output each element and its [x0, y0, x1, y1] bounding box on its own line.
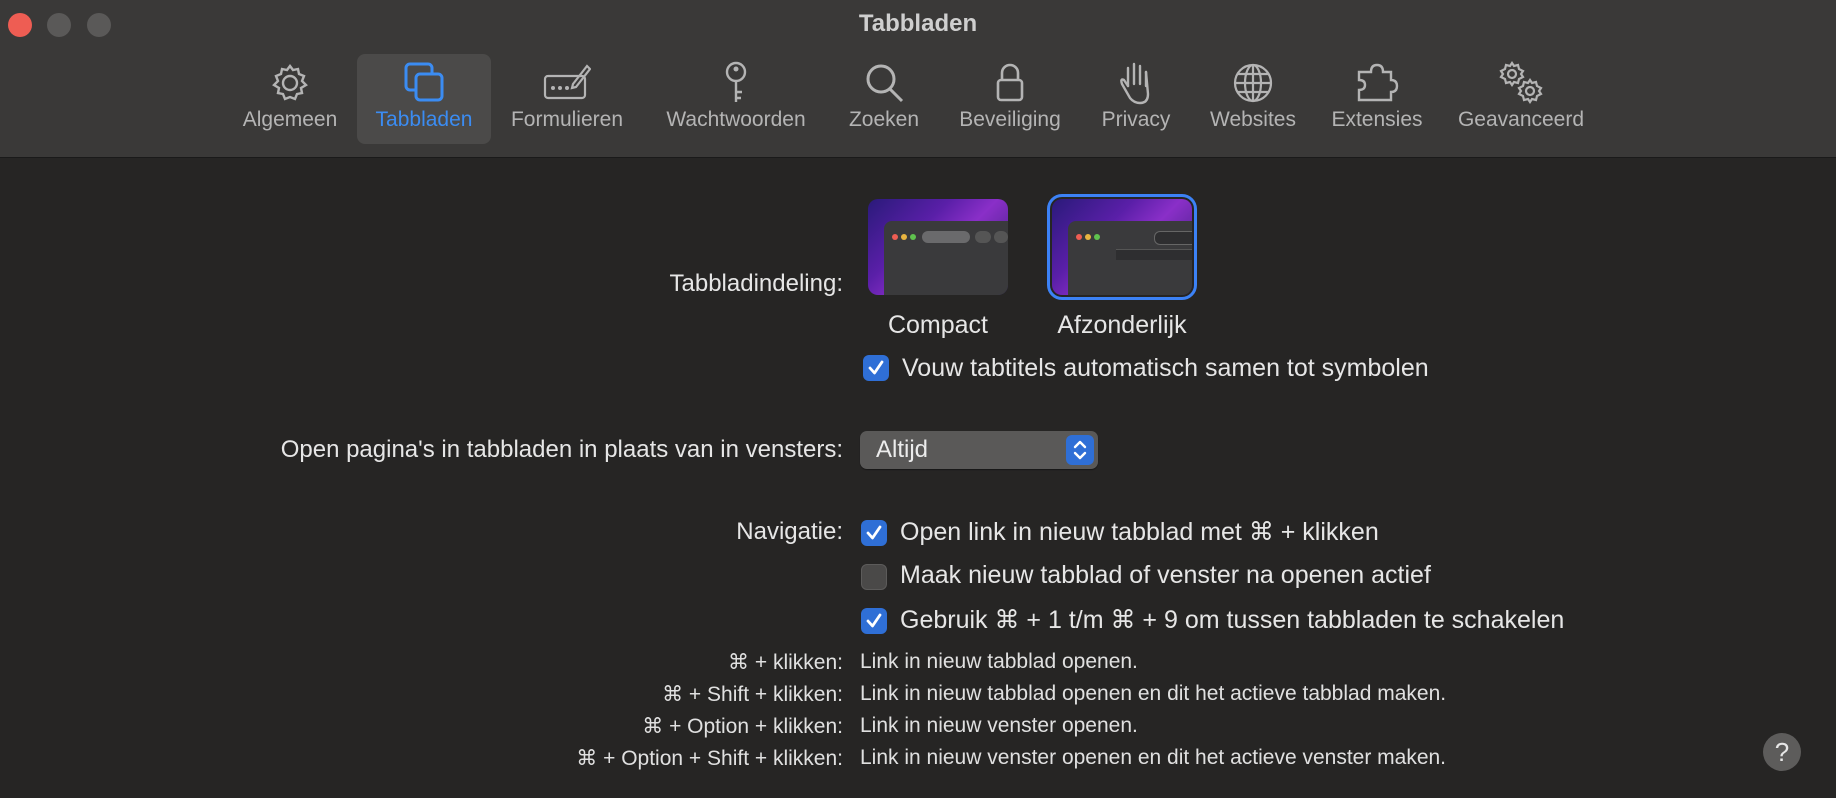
- preferences-tabbar: Algemeen Tabbladen Formulieren Wachtwoor…: [0, 54, 1836, 146]
- tab-algemeen[interactable]: Algemeen: [232, 54, 348, 144]
- layout-option-compact-label: Compact: [887, 311, 989, 339]
- checkmark-icon: [868, 360, 884, 375]
- tab-layout-label: Tabbladindeling:: [669, 270, 843, 297]
- preview-address-bar: [922, 231, 970, 243]
- tab-beveiliging[interactable]: Beveiliging: [948, 54, 1072, 144]
- shortcut-keys: ⌘ + klikken:: [728, 651, 843, 674]
- make-new-tab-active-checkbox[interactable]: [861, 564, 887, 590]
- form-pen-icon: [543, 64, 591, 100]
- collapse-tab-titles-checkbox[interactable]: [863, 355, 889, 381]
- tab-websites[interactable]: Websites: [1198, 54, 1308, 144]
- checkmark-icon: [866, 613, 882, 628]
- layout-option-compact[interactable]: [868, 199, 1008, 295]
- tab-zoeken[interactable]: Zoeken: [836, 54, 932, 144]
- puzzle-icon: [1357, 63, 1399, 102]
- open-pages-popup[interactable]: Altijd: [860, 431, 1098, 469]
- tab-label: Formulieren: [510, 108, 624, 131]
- globe-icon: [1233, 63, 1273, 103]
- shortcut-description: Link in nieuw tabblad openen en dit het …: [860, 682, 1447, 705]
- open-link-new-tab-checkbox[interactable]: [861, 520, 887, 546]
- shortcut-keys: ⌘ + Option + Shift + klikken:: [576, 747, 843, 770]
- help-button[interactable]: ?: [1763, 733, 1801, 771]
- collapse-tab-titles-label: Vouw tabtitels automatisch samen tot sym…: [902, 354, 1429, 382]
- tab-formulieren[interactable]: Formulieren: [502, 54, 632, 144]
- preview-tab-row: [1116, 249, 1192, 260]
- tab-label: Geavanceerd: [1457, 108, 1585, 131]
- window-title: Tabbladen: [858, 10, 978, 37]
- preview-dot: [1094, 234, 1100, 240]
- tab-label: Websites: [1210, 108, 1296, 131]
- tabs-icon: [404, 62, 444, 102]
- tab-label: Privacy: [1101, 108, 1171, 131]
- layout-option-separate[interactable]: [1047, 194, 1197, 300]
- shortcut-keys: ⌘ + Option + klikken:: [642, 715, 843, 738]
- shortcut-description: Link in nieuw venster openen en dit het …: [860, 746, 1447, 769]
- tab-label: Zoeken: [848, 108, 920, 131]
- use-cmd-number-checkbox[interactable]: [861, 608, 887, 634]
- tab-label: Wachtwoorden: [666, 108, 806, 131]
- make-new-tab-active-label: Maak nieuw tabblad of venster na openen …: [900, 561, 1431, 589]
- preview-dot: [910, 234, 916, 240]
- search-icon: [866, 64, 904, 103]
- preview-address-bar: [1154, 231, 1192, 245]
- tab-label: Algemeen: [242, 108, 338, 131]
- preview-dot: [892, 234, 898, 240]
- tab-extensies[interactable]: Extensies: [1320, 54, 1434, 144]
- window-preview: [1068, 221, 1192, 295]
- window-preview: [884, 221, 1008, 295]
- key-icon: [725, 61, 747, 102]
- preview-dot: [1076, 234, 1082, 240]
- use-cmd-number-label: Gebruik ⌘ + 1 t/m ⌘ + 9 om tussen tabbla…: [900, 606, 1565, 634]
- tab-label: Tabbladen: [375, 108, 473, 131]
- shortcut-keys: ⌘ + Shift + klikken:: [662, 683, 843, 706]
- tab-wachtwoorden[interactable]: Wachtwoorden: [652, 54, 820, 144]
- tab-geavanceerd[interactable]: Geavanceerd: [1446, 54, 1596, 144]
- open-pages-value: Altijd: [876, 436, 929, 463]
- tab-tabbladen[interactable]: Tabbladen: [357, 54, 491, 144]
- preview-tab: [975, 231, 991, 243]
- layout-option-separate-label: Afzonderlijk: [1057, 311, 1187, 339]
- hand-icon: [1120, 62, 1150, 105]
- lock-icon: [996, 63, 1024, 102]
- shortcut-description: Link in nieuw venster openen.: [860, 714, 1138, 737]
- preview-dot: [1085, 234, 1091, 240]
- tab-privacy[interactable]: Privacy: [1090, 54, 1182, 144]
- gear-icon: [272, 64, 308, 101]
- open-link-new-tab-label: Open link in nieuw tabblad met ⌘ + klikk…: [900, 518, 1379, 546]
- navigation-label: Navigatie:: [736, 518, 843, 545]
- tab-label: Beveiliging: [959, 108, 1061, 131]
- tab-label: Extensies: [1331, 108, 1423, 131]
- gears-icon: [1499, 61, 1543, 104]
- shortcut-description: Link in nieuw tabblad openen.: [860, 650, 1138, 673]
- chevron-updown-icon: [1066, 435, 1094, 465]
- preview-tab: [994, 231, 1008, 243]
- toolbar: Tabbladen Algemeen Tabbladen Formulieren…: [0, 0, 1836, 158]
- open-pages-label: Open pagina's in tabbladen in plaats van…: [280, 436, 843, 463]
- checkmark-icon: [866, 525, 882, 540]
- preview-dot: [901, 234, 907, 240]
